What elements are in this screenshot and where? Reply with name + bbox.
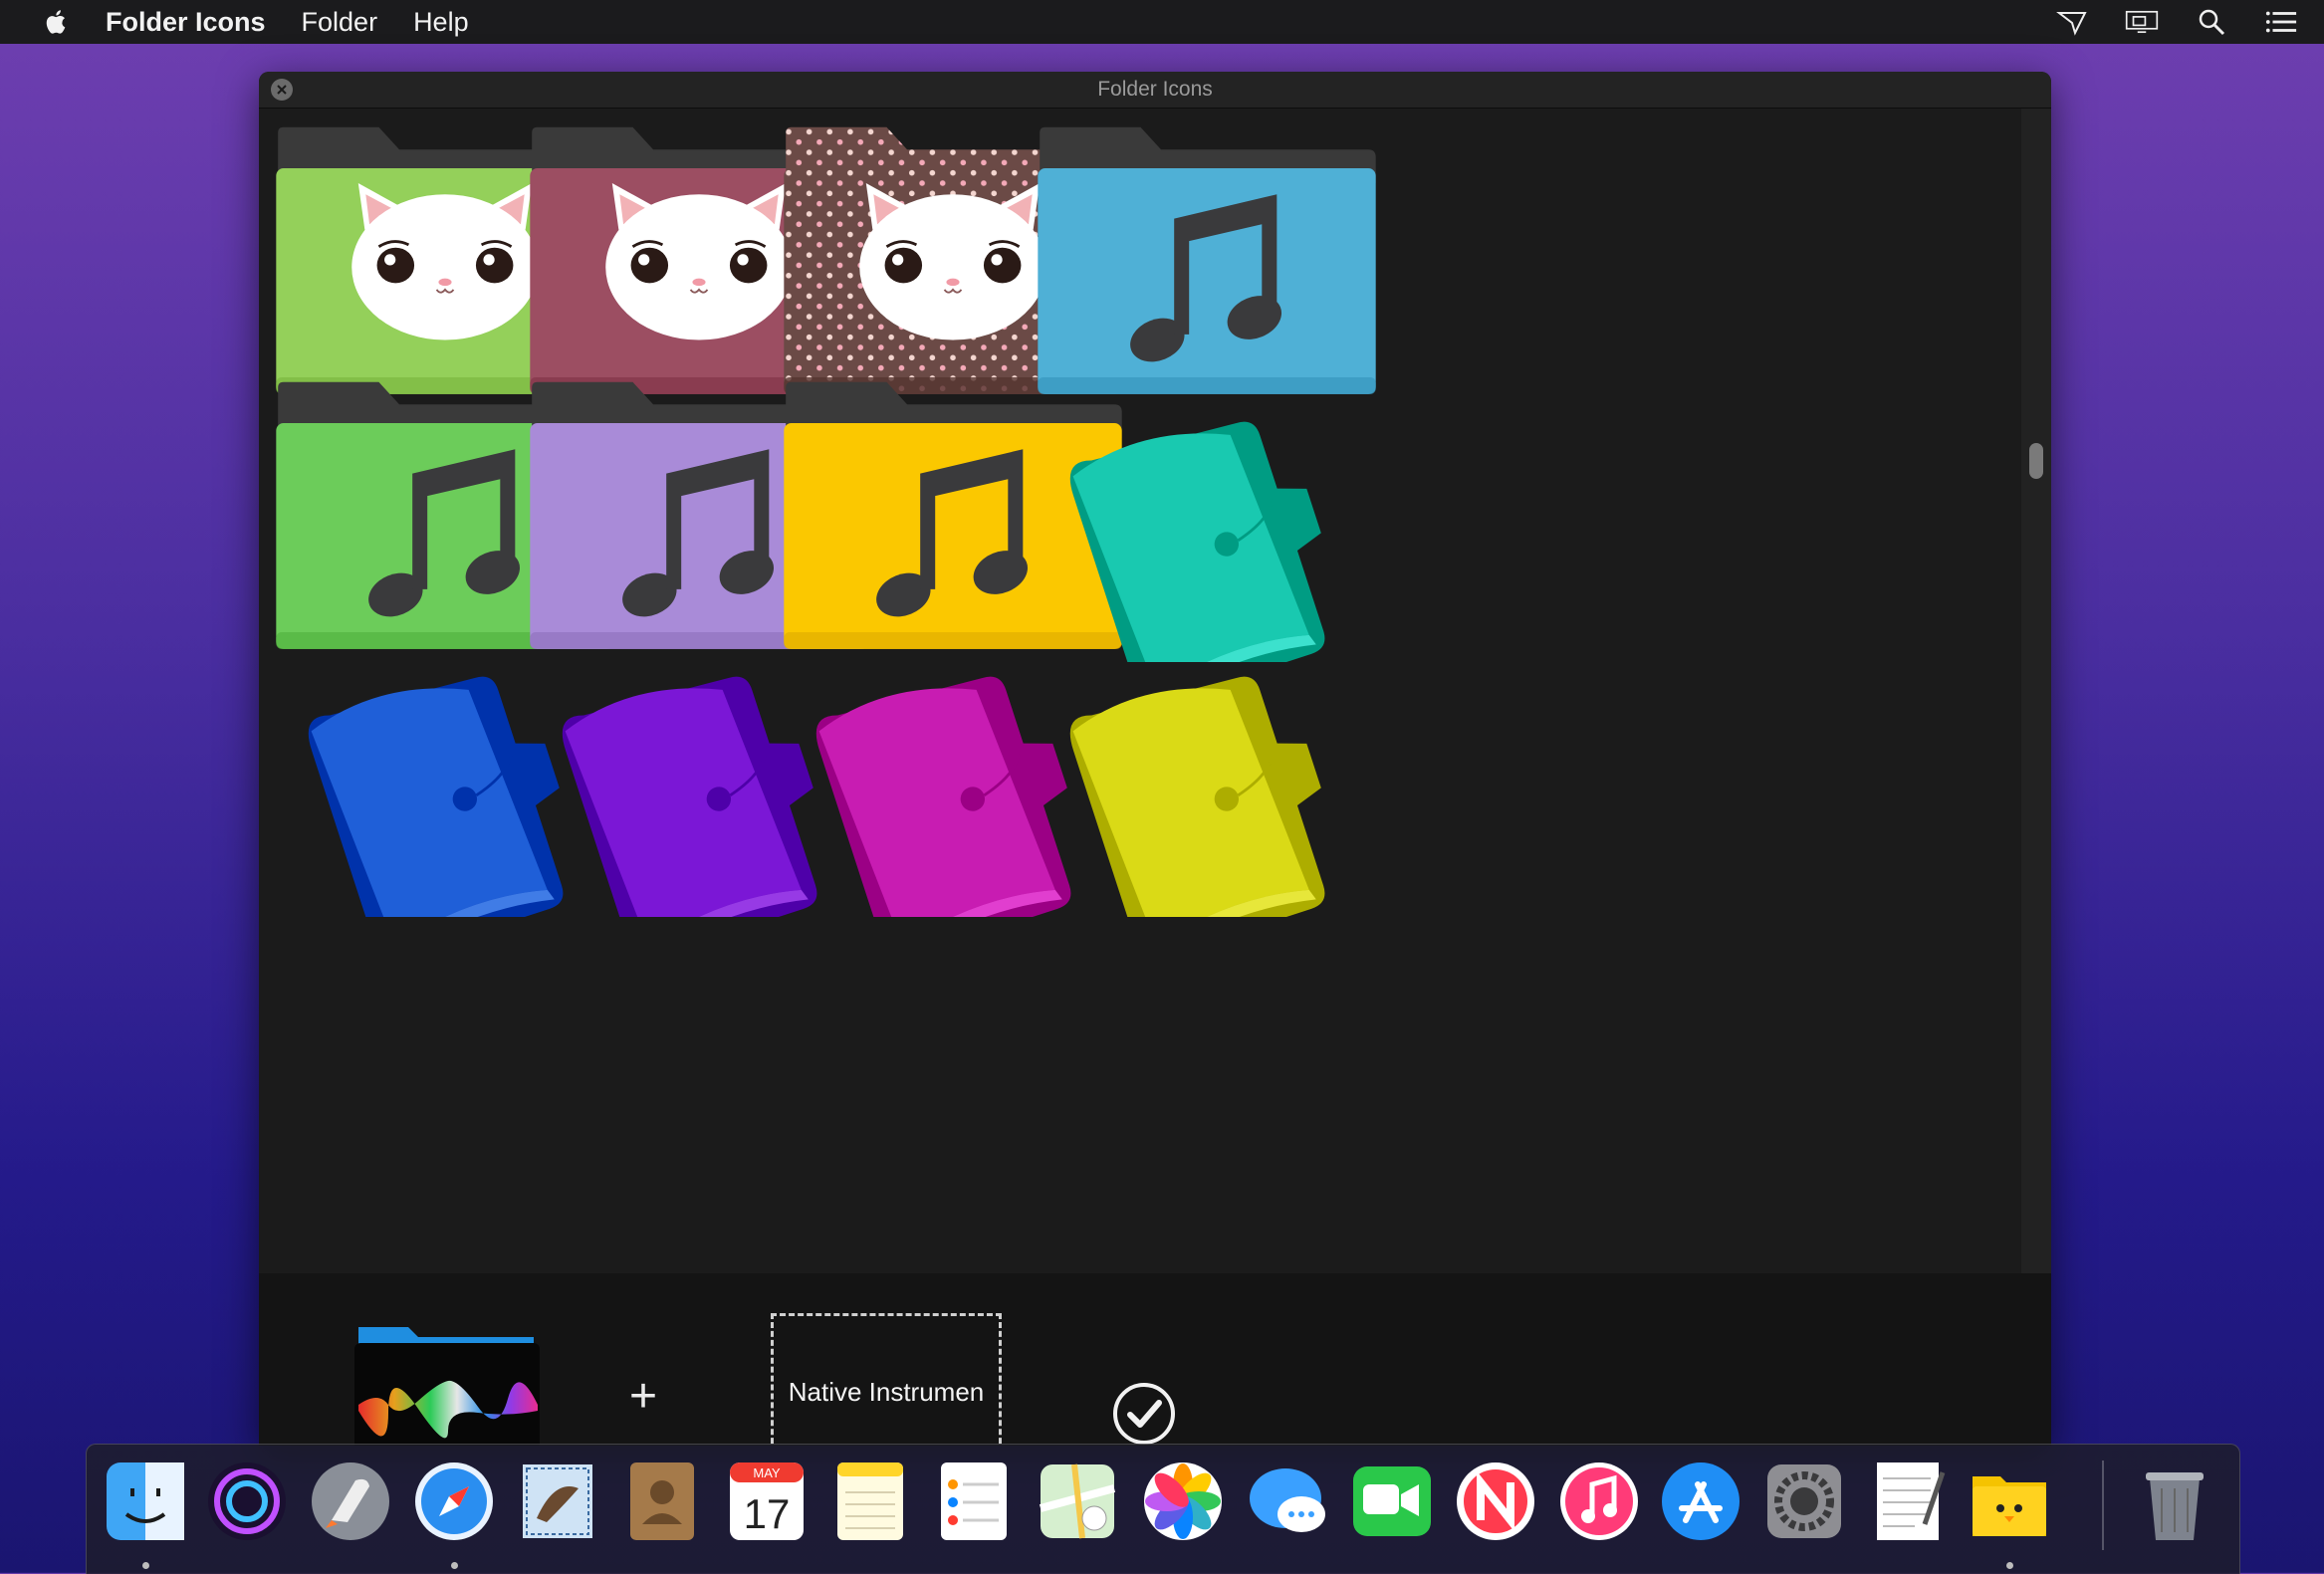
trash-icon[interactable] xyxy=(2132,1459,2217,1544)
calendar-month: MAY xyxy=(753,1465,781,1480)
siri-icon[interactable] xyxy=(204,1459,290,1544)
photos-icon[interactable] xyxy=(1140,1459,1226,1544)
target-folder-name: Native Instrumen xyxy=(788,1376,985,1407)
display-icon[interactable] xyxy=(2125,7,2159,37)
running-indicator xyxy=(142,1562,149,1569)
apple-icon[interactable] xyxy=(42,7,72,37)
safari-icon[interactable] xyxy=(411,1459,497,1544)
folder-icons-app-icon[interactable] xyxy=(1967,1459,2052,1544)
close-icon xyxy=(277,85,287,95)
menu-folder[interactable]: Folder xyxy=(302,7,378,38)
title-bar[interactable]: Folder Icons xyxy=(259,72,2051,109)
mail-icon[interactable] xyxy=(515,1459,600,1544)
system-preferences-icon[interactable] xyxy=(1761,1459,1847,1544)
maps-icon[interactable] xyxy=(1035,1459,1120,1544)
folder-icon-option[interactable] xyxy=(1027,363,1387,662)
airplay-icon[interactable] xyxy=(2055,7,2089,37)
menu-bar: Folder Icons Folder Help xyxy=(0,0,2324,44)
contacts-icon[interactable] xyxy=(620,1459,706,1544)
calendar-day: 17 xyxy=(744,1490,791,1537)
source-folder-icon[interactable] xyxy=(349,1321,544,1446)
scrollbar[interactable] xyxy=(2021,109,2051,1273)
close-button[interactable] xyxy=(271,79,293,101)
scroll-thumb[interactable] xyxy=(2029,443,2043,479)
running-indicator xyxy=(451,1562,458,1569)
notification-center-icon[interactable] xyxy=(2264,7,2298,37)
folder-icon-option[interactable] xyxy=(1027,109,1387,407)
finder-icon[interactable] xyxy=(103,1459,188,1544)
running-indicator xyxy=(2006,1562,2013,1569)
checkmark-icon xyxy=(1127,1400,1162,1428)
folder-icons-window: Folder Icons + Native Instrumen xyxy=(259,72,2051,1446)
app-store-icon[interactable] xyxy=(1658,1459,1743,1544)
textedit-icon[interactable] xyxy=(1865,1459,1951,1544)
window-title: Folder Icons xyxy=(1097,78,1213,101)
music-icon[interactable] xyxy=(1556,1459,1642,1544)
messages-icon[interactable] xyxy=(1246,1459,1331,1544)
news-icon[interactable] xyxy=(1453,1459,1538,1544)
calendar-icon[interactable]: MAY 17 xyxy=(724,1459,810,1544)
apply-panel: + Native Instrumen xyxy=(259,1273,2051,1446)
folder-icon-grid xyxy=(259,109,2021,1273)
notes-icon[interactable] xyxy=(827,1459,913,1544)
launchpad-icon[interactable] xyxy=(308,1459,393,1544)
menu-help[interactable]: Help xyxy=(413,7,469,38)
spotlight-search-icon[interactable] xyxy=(2195,7,2228,37)
apply-button[interactable] xyxy=(1111,1381,1177,1446)
facetime-icon[interactable] xyxy=(1349,1459,1435,1544)
reminders-icon[interactable] xyxy=(931,1459,1017,1544)
dock: MAY 17 xyxy=(86,1444,2240,1574)
target-folder-dropzone[interactable]: Native Instrumen xyxy=(771,1313,1002,1446)
app-menu[interactable]: Folder Icons xyxy=(106,7,266,38)
dock-divider xyxy=(2102,1461,2104,1550)
status-area xyxy=(2055,0,2298,44)
plus-sign: + xyxy=(629,1370,658,1423)
folder-icon-option[interactable] xyxy=(1027,618,1387,917)
